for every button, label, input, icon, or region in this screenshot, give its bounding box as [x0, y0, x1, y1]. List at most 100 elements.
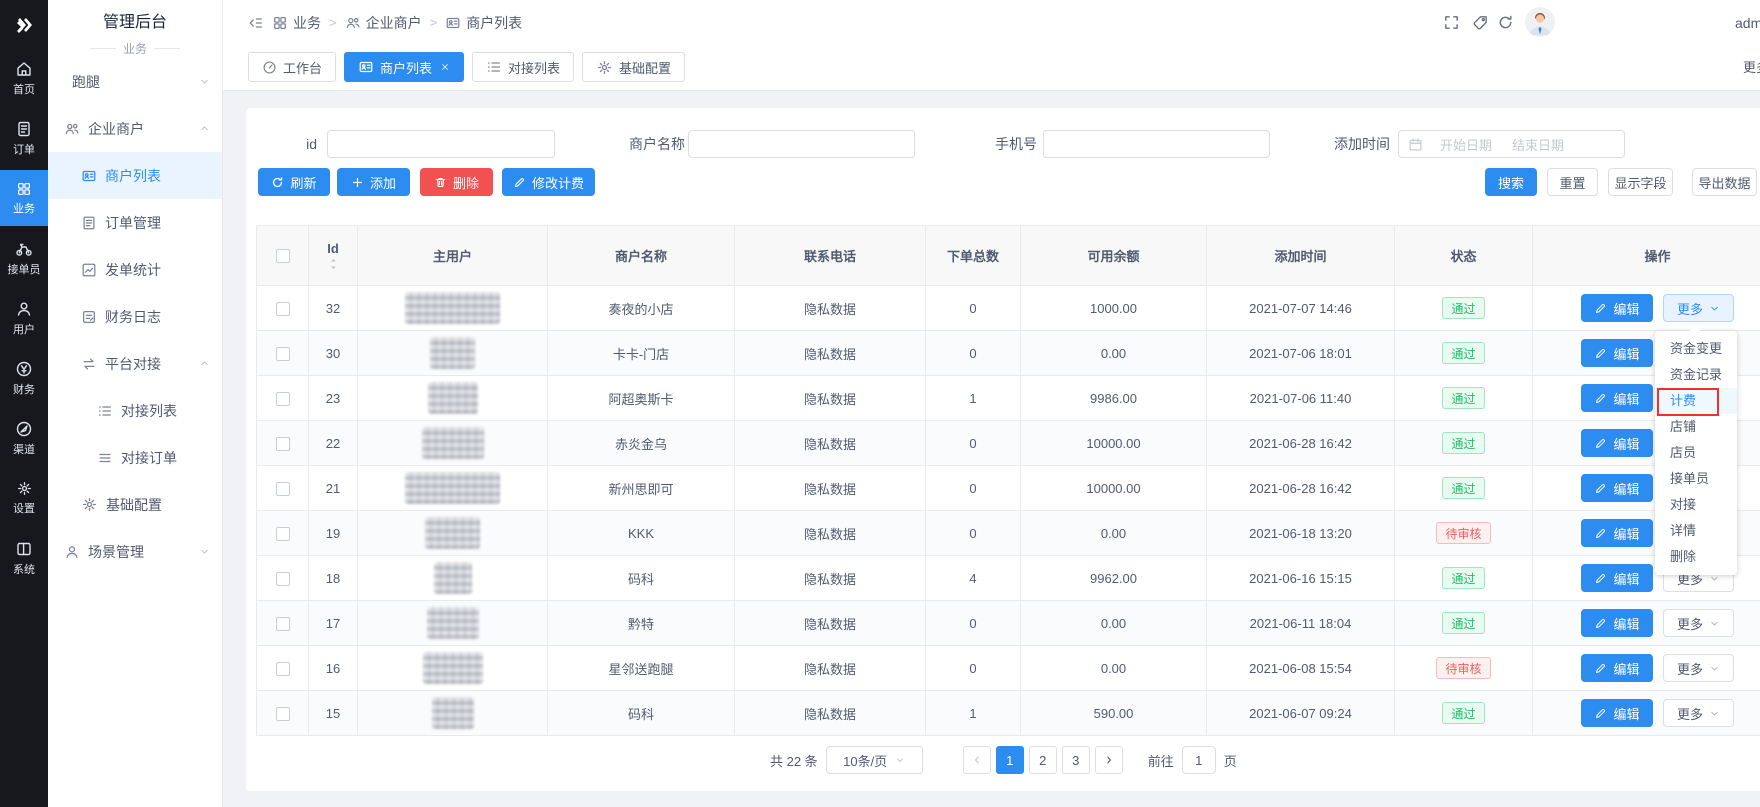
- tab-workbench[interactable]: 工作台: [248, 52, 336, 82]
- sidebar-item-base-config[interactable]: 基础配置: [48, 481, 222, 528]
- cell-balance: 10000.00: [1021, 421, 1207, 466]
- dropdown-item-删除[interactable]: 删除: [1655, 544, 1737, 570]
- tabs-bar: 工作台商户列表对接列表基础配置 更多: [222, 45, 1760, 91]
- rail-item-channel[interactable]: 渠道: [0, 410, 48, 466]
- masked-user-data: [428, 382, 478, 414]
- delete-button[interactable]: 删除: [420, 168, 493, 196]
- tab-connect-list[interactable]: 对接列表: [472, 52, 574, 82]
- sidebar-item-dispatch-stats[interactable]: 发单统计: [48, 246, 222, 293]
- rail-item-settings[interactable]: 设置: [0, 470, 48, 526]
- rail-item-home[interactable]: 首页: [0, 50, 48, 106]
- more-button[interactable]: 更多: [1663, 609, 1734, 637]
- sidebar-item-merchant-list[interactable]: 商户列表: [48, 152, 222, 199]
- tabs-more-button[interactable]: 更多: [1743, 57, 1760, 79]
- sidebar-item-order-manage[interactable]: 订单管理: [48, 199, 222, 246]
- tab-base-config[interactable]: 基础配置: [582, 52, 685, 82]
- export-button[interactable]: 导出数据: [1692, 168, 1757, 196]
- fullscreen-icon[interactable]: [1443, 14, 1460, 31]
- rail-item-system[interactable]: 系统: [0, 530, 48, 586]
- edit-button[interactable]: 编辑: [1581, 429, 1653, 457]
- dropdown-item-店铺[interactable]: 店铺: [1655, 414, 1737, 440]
- row-checkbox[interactable]: [276, 707, 290, 721]
- rail-item-finance[interactable]: 财务: [0, 350, 48, 406]
- breadcrumb-item-business[interactable]: 业务: [272, 13, 321, 33]
- dropdown-item-对接[interactable]: 对接: [1655, 492, 1737, 518]
- row-checkbox[interactable]: [276, 347, 290, 361]
- more-button[interactable]: 更多: [1663, 699, 1734, 727]
- date-start-placeholder[interactable]: 开始日期: [1440, 135, 1512, 154]
- page-button-3[interactable]: 3: [1062, 746, 1090, 774]
- edit-billing-button[interactable]: 修改计费: [502, 168, 595, 196]
- dropdown-item-详情[interactable]: 详情: [1655, 518, 1737, 544]
- edit-button[interactable]: 编辑: [1581, 519, 1653, 547]
- row-checkbox[interactable]: [276, 617, 290, 631]
- search-button[interactable]: 搜索: [1485, 168, 1537, 196]
- sidebar-item-enterprise-merchant[interactable]: 企业商户: [48, 105, 222, 152]
- select-all-checkbox[interactable]: [276, 249, 290, 263]
- refresh-icon[interactable]: [1497, 14, 1514, 31]
- edit-button[interactable]: 编辑: [1581, 699, 1653, 727]
- username[interactable]: admin: [1735, 13, 1760, 33]
- edit-button[interactable]: 编辑: [1581, 564, 1653, 592]
- filter-date-range-picker[interactable]: 开始日期 结束日期: [1398, 130, 1625, 158]
- dropdown-item-店员[interactable]: 店员: [1655, 440, 1737, 466]
- more-button[interactable]: 更多: [1663, 294, 1734, 322]
- cell-main-user: [358, 466, 548, 511]
- avatar[interactable]: [1525, 7, 1555, 37]
- edit-button[interactable]: 编辑: [1581, 384, 1653, 412]
- edit-button[interactable]: 编辑: [1581, 294, 1653, 322]
- sidebar-item-platform-connect[interactable]: 平台对接: [48, 340, 222, 387]
- id-header-label: Id: [327, 241, 339, 256]
- add-button[interactable]: 添加: [337, 168, 410, 196]
- sidebar-item-connect-orders[interactable]: 对接订单: [48, 434, 222, 481]
- more-button[interactable]: 更多: [1663, 654, 1734, 682]
- row-checkbox[interactable]: [276, 662, 290, 676]
- filter-merchant-input[interactable]: [688, 130, 915, 158]
- page-button-1[interactable]: 1: [996, 746, 1024, 774]
- dropdown-item-资金变更[interactable]: 资金变更: [1655, 336, 1737, 362]
- tag-icon[interactable]: [1472, 14, 1489, 31]
- rail-item-courier[interactable]: 接单员: [0, 230, 48, 286]
- cell-status: 通过: [1395, 601, 1533, 646]
- sidebar-item-errand[interactable]: 跑腿: [48, 58, 222, 105]
- row-checkbox[interactable]: [276, 437, 290, 451]
- sidebar-item-connect-list[interactable]: 对接列表: [48, 387, 222, 434]
- sidebar-item-scene-manage[interactable]: 场景管理: [48, 528, 222, 575]
- row-checkbox[interactable]: [276, 527, 290, 541]
- refresh-button[interactable]: 刷新: [258, 168, 330, 196]
- filter-id-input[interactable]: [327, 130, 555, 158]
- goto-page-input[interactable]: [1182, 746, 1216, 774]
- rail-item-business[interactable]: 业务: [0, 170, 48, 226]
- show-fields-button[interactable]: 显示字段: [1608, 168, 1673, 196]
- dropdown-item-资金记录[interactable]: 资金记录: [1655, 362, 1737, 388]
- date-end-placeholder[interactable]: 结束日期: [1512, 135, 1584, 154]
- breadcrumb-item-merchant-list[interactable]: 商户列表: [445, 13, 522, 33]
- app-logo[interactable]: [0, 8, 48, 42]
- sidebar-item-finance-log[interactable]: 财务日志: [48, 293, 222, 340]
- chevron-down-icon: [1709, 303, 1720, 314]
- page-size-select[interactable]: 10条/页: [826, 746, 923, 774]
- reset-button[interactable]: 重置: [1547, 168, 1598, 196]
- dropdown-item-接单员[interactable]: 接单员: [1655, 466, 1737, 492]
- row-checkbox[interactable]: [276, 392, 290, 406]
- row-checkbox[interactable]: [276, 572, 290, 586]
- dropdown-item-计费[interactable]: 计费: [1655, 388, 1737, 414]
- edit-button[interactable]: 编辑: [1581, 474, 1653, 502]
- prev-page-button[interactable]: [963, 746, 991, 774]
- table-row: 30卡卡-门店隐私数据00.002021-07-06 18:01通过编辑更多: [257, 331, 1760, 376]
- edit-button[interactable]: 编辑: [1581, 609, 1653, 637]
- sort-carets-icon[interactable]: [328, 257, 339, 271]
- page-button-2[interactable]: 2: [1029, 746, 1057, 774]
- sidebar-item-label: 对接订单: [121, 448, 177, 468]
- rail-item-order[interactable]: 订单: [0, 110, 48, 166]
- filter-phone-input[interactable]: [1043, 130, 1270, 158]
- row-checkbox[interactable]: [276, 482, 290, 496]
- edit-button[interactable]: 编辑: [1581, 339, 1653, 367]
- tab-merchant-list[interactable]: 商户列表: [344, 52, 464, 82]
- edit-button[interactable]: 编辑: [1581, 654, 1653, 682]
- rail-item-user[interactable]: 用户: [0, 290, 48, 346]
- row-checkbox[interactable]: [276, 302, 290, 316]
- next-page-button[interactable]: [1095, 746, 1123, 774]
- cell-actions: 编辑更多: [1533, 601, 1760, 646]
- breadcrumb-item-enterprise-merchant[interactable]: 企业商户: [345, 13, 422, 33]
